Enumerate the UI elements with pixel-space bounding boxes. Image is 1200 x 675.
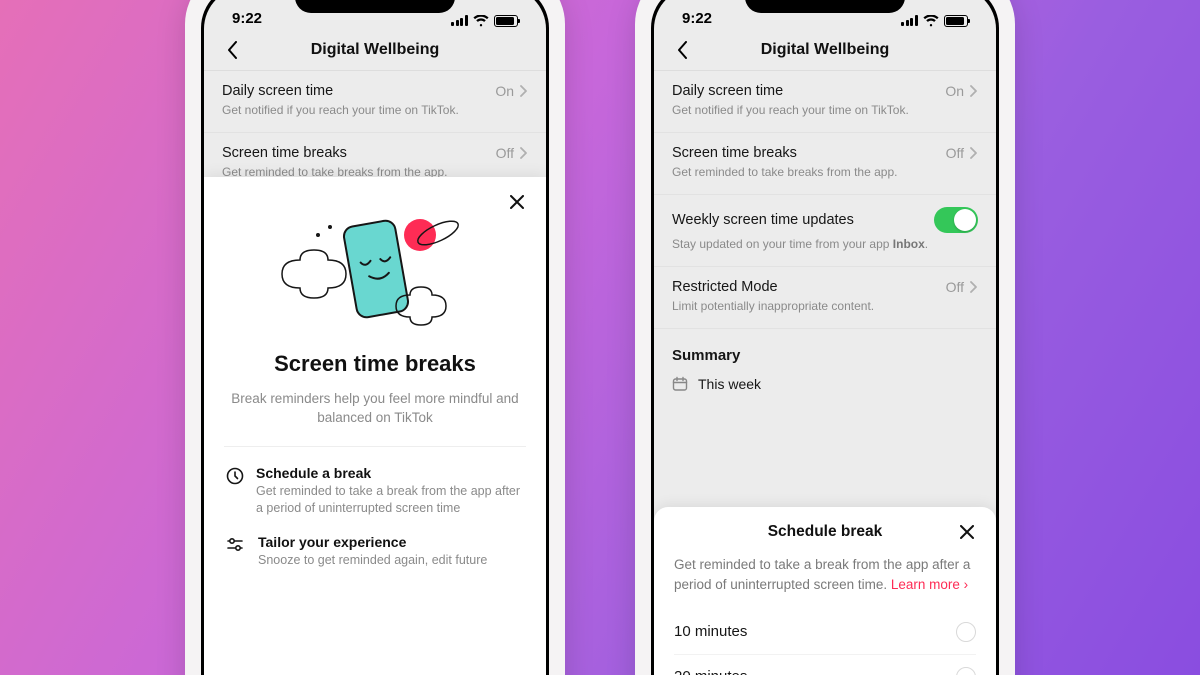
feature-title: Tailor your experience <box>258 534 487 550</box>
summary-heading: Summary <box>654 329 996 370</box>
battery-icon <box>944 15 968 27</box>
status-time: 9:22 <box>682 10 712 27</box>
row-title: Screen time breaks <box>222 145 347 161</box>
phone-left: 9:22 Digital Wellbeing Daily screen time… <box>185 0 565 675</box>
calendar-icon <box>672 376 688 392</box>
wifi-icon <box>923 15 939 27</box>
sheet-title: Schedule break <box>674 523 976 541</box>
page-title: Digital Wellbeing <box>311 41 440 59</box>
option-label: 20 minutes <box>674 668 747 675</box>
nav-header: Digital Wellbeing <box>654 31 996 71</box>
feature-tailor-experience: Tailor your experience Snooze to get rem… <box>224 528 526 580</box>
row-title: Screen time breaks <box>672 145 797 161</box>
screen-right: 9:22 Digital Wellbeing Daily screen time… <box>654 0 996 675</box>
row-daily-screen-time[interactable]: Daily screen time On Get notified if you… <box>204 71 546 133</box>
feature-title: Schedule a break <box>256 465 524 481</box>
close-button[interactable] <box>954 519 980 545</box>
summary-period-label: This week <box>698 376 761 392</box>
battery-icon <box>494 15 518 27</box>
row-subtitle: Get notified if you reach your time on T… <box>222 102 528 118</box>
divider <box>224 446 526 447</box>
phone-right: 9:22 Digital Wellbeing Daily screen time… <box>635 0 1015 675</box>
back-button[interactable] <box>670 38 694 62</box>
row-daily-screen-time[interactable]: Daily screen time On Get notified if you… <box>654 71 996 133</box>
chevron-right-icon <box>520 147 528 159</box>
wifi-icon <box>473 15 489 27</box>
chevron-right-icon <box>970 85 978 97</box>
option-10-minutes[interactable]: 10 minutes <box>674 610 976 655</box>
row-value: On <box>495 83 514 99</box>
page-title: Digital Wellbeing <box>761 41 890 59</box>
row-subtitle: Get notified if you reach your time on T… <box>672 102 978 118</box>
toggle-on[interactable] <box>934 207 978 233</box>
feature-subtitle: Get reminded to take a break from the ap… <box>256 481 524 518</box>
row-subtitle: Stay updated on your time from your app … <box>672 236 978 252</box>
row-value: Off <box>496 145 514 161</box>
notch <box>745 0 905 13</box>
sliders-icon <box>226 534 246 570</box>
row-restricted-mode[interactable]: Restricted Mode Off Limit potentially in… <box>654 267 996 329</box>
chevron-right-icon <box>520 85 528 97</box>
chevron-right-icon <box>970 147 978 159</box>
notch <box>295 0 455 13</box>
row-value: Off <box>946 279 964 295</box>
radio-unchecked-icon <box>956 667 976 675</box>
row-value: Off <box>946 145 964 161</box>
clock-icon <box>226 465 244 518</box>
row-weekly-updates[interactable]: Weekly screen time updates Stay updated … <box>654 195 996 267</box>
option-label: 10 minutes <box>674 623 747 640</box>
chevron-right-icon <box>970 281 978 293</box>
sheet-title: Screen time breaks <box>224 351 526 377</box>
sheet-body-text: Get reminded to take a break from the ap… <box>674 549 976 610</box>
feature-subtitle: Snooze to get reminded again, edit futur… <box>258 550 487 570</box>
row-title: Weekly screen time updates <box>672 212 854 228</box>
row-title: Daily screen time <box>222 83 333 99</box>
back-button[interactable] <box>220 38 244 62</box>
sheet-subtitle: Break reminders help you feel more mindf… <box>224 385 526 442</box>
summary-this-week[interactable]: This week <box>654 370 996 404</box>
row-subtitle: Limit potentially inappropriate content. <box>672 298 978 314</box>
cellular-icon <box>451 15 468 26</box>
row-subtitle: Get reminded to take breaks from the app… <box>672 164 978 180</box>
sheet-schedule-break: Schedule break Get reminded to take a br… <box>654 507 996 675</box>
row-title: Restricted Mode <box>672 279 778 295</box>
row-screen-time-breaks[interactable]: Screen time breaks Off Get reminded to t… <box>654 133 996 195</box>
status-time: 9:22 <box>232 10 262 27</box>
sheet-screen-time-breaks: Screen time breaks Break reminders help … <box>204 177 546 675</box>
option-20-minutes[interactable]: 20 minutes <box>674 655 976 675</box>
screen-left: 9:22 Digital Wellbeing Daily screen time… <box>204 0 546 675</box>
phone-clouds-illustration <box>224 201 526 347</box>
row-title: Daily screen time <box>672 83 783 99</box>
close-button[interactable] <box>504 189 530 215</box>
learn-more-link[interactable]: Learn more › <box>891 577 968 592</box>
nav-header: Digital Wellbeing <box>204 31 546 71</box>
row-value: On <box>945 83 964 99</box>
cellular-icon <box>901 15 918 26</box>
feature-schedule-break: Schedule a break Get reminded to take a … <box>224 459 526 528</box>
radio-unchecked-icon <box>956 622 976 642</box>
